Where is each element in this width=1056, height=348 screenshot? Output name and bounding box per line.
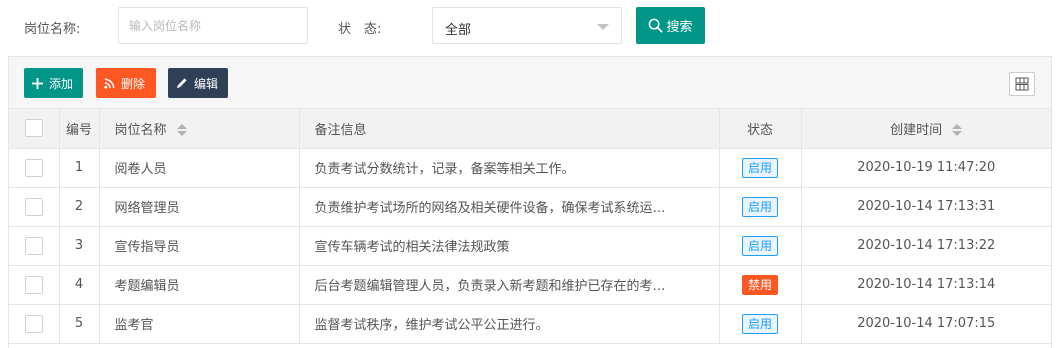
header-note: 备注信息 — [299, 109, 720, 149]
row-checkbox[interactable] — [24, 197, 43, 216]
row-num: 1 — [59, 148, 100, 188]
row-checkbox[interactable] — [24, 314, 43, 333]
edit-button[interactable]: 编辑 — [168, 68, 228, 98]
add-button-label: 添加 — [49, 76, 74, 91]
row-note: 宣传车辆考试的相关法律法规政策 — [299, 226, 720, 266]
row-checkbox-cell — [9, 265, 60, 305]
row-name: 监考官 — [99, 304, 300, 344]
row-checkbox[interactable] — [24, 236, 43, 255]
row-num: 3 — [59, 226, 100, 266]
row-created: 2020-10-14 17:07:15 — [801, 304, 1051, 344]
row-created: 2020-10-14 17:13:22 — [801, 226, 1051, 266]
sort-icon[interactable] — [176, 123, 187, 137]
header-status: 状态 — [719, 109, 802, 149]
plus-icon — [32, 77, 43, 89]
select-all-checkbox[interactable] — [24, 119, 43, 138]
table-toolbar: 添加 删除 编辑 — [9, 57, 1051, 109]
row-checkbox[interactable] — [24, 158, 43, 177]
row-checkbox-cell — [9, 226, 60, 266]
row-name: 考题编辑员 — [99, 265, 300, 305]
row-checkbox-cell — [9, 148, 60, 188]
pencil-icon — [177, 78, 187, 88]
row-status-cell: 启用 — [719, 226, 802, 266]
row-num: 5 — [59, 304, 100, 344]
row-status-cell: 启用 — [719, 304, 802, 344]
row-note: 负责考试分数统计，记录，备案等相关工作。 — [299, 148, 720, 188]
row-status-cell: 禁用 — [719, 265, 802, 305]
row-name: 阅卷人员 — [99, 148, 300, 188]
status-badge: 启用 — [741, 196, 778, 217]
row-checkbox[interactable] — [24, 275, 43, 294]
table-row: 4 考题编辑员 后台考题编辑管理人员，负责录入新考题和维护已存在的考… 禁用 2… — [9, 265, 1051, 305]
row-note: 后台考题编辑管理人员，负责录入新考题和维护已存在的考… — [299, 265, 720, 305]
table-row: 3 宣传指导员 宣传车辆考试的相关法律法规政策 启用 2020-10-14 17… — [9, 226, 1051, 266]
sort-icon[interactable] — [952, 123, 963, 137]
status-select[interactable]: 全部 — [432, 7, 622, 44]
position-name-input[interactable] — [118, 7, 308, 44]
table-row: 1 阅卷人员 负责考试分数统计，记录，备案等相关工作。 启用 2020-10-1… — [9, 148, 1051, 188]
row-num: 4 — [59, 265, 100, 305]
columns-grid-icon — [1015, 77, 1029, 91]
position-name-label: 岗位名称: — [24, 22, 81, 37]
status-label: 状 态: — [338, 22, 382, 37]
table-row: 2 网络管理员 负责维护考试场所的网络及相关硬件设备，确保考试系统运… 启用 2… — [9, 187, 1051, 227]
status-badge: 禁用 — [741, 274, 778, 295]
status-badge: 启用 — [741, 235, 778, 256]
search-icon — [649, 18, 663, 33]
row-status-cell: 启用 — [719, 148, 802, 188]
header-created: 创建时间 — [890, 122, 943, 138]
add-button[interactable]: 添加 — [24, 68, 83, 98]
row-status-cell: 启用 — [719, 187, 802, 227]
status-badge: 启用 — [741, 313, 778, 334]
table-row: 5 监考官 监督考试秩序，维护考试公平公正进行。 启用 2020-10-14 1… — [9, 304, 1051, 344]
row-created: 2020-10-14 17:13:14 — [801, 265, 1051, 305]
row-note: 负责维护考试场所的网络及相关硬件设备，确保考试系统运… — [299, 187, 720, 227]
delete-button[interactable]: 删除 — [96, 68, 156, 98]
data-table-panel: 添加 删除 编辑 编号 岗位名称 备注信息 状态 创建时间 1 阅卷人员 负责考… — [8, 56, 1052, 348]
row-checkbox-cell — [9, 304, 60, 344]
status-badge: 启用 — [741, 157, 778, 178]
row-name: 宣传指导员 — [99, 226, 300, 266]
row-created: 2020-10-14 17:13:31 — [801, 187, 1051, 227]
row-checkbox-cell — [9, 187, 60, 227]
search-button-label: 搜索 — [666, 20, 693, 35]
rss-icon — [104, 78, 115, 89]
table-header-row: 编号 岗位名称 备注信息 状态 创建时间 — [9, 109, 1051, 149]
header-name: 岗位名称 — [114, 122, 167, 138]
delete-button-label: 删除 — [121, 76, 146, 91]
row-num: 2 — [59, 187, 100, 227]
row-name: 网络管理员 — [99, 187, 300, 227]
row-created: 2020-10-19 11:47:20 — [801, 148, 1051, 188]
filter-bar: 岗位名称: 状 态: 全部 搜索 — [0, 0, 1056, 52]
header-num: 编号 — [59, 109, 100, 149]
column-filter-button[interactable] — [1009, 72, 1035, 96]
status-select-value: 全部 — [445, 23, 472, 38]
row-note: 监督考试秩序，维护考试公平公正进行。 — [299, 304, 720, 344]
search-button[interactable]: 搜索 — [636, 7, 705, 44]
select-all-cell — [9, 109, 60, 149]
header-created-cell[interactable]: 创建时间 — [801, 109, 1051, 149]
edit-button-label: 编辑 — [194, 76, 219, 91]
position-table: 编号 岗位名称 备注信息 状态 创建时间 1 阅卷人员 负责考试分数统计，记录，… — [9, 109, 1051, 344]
header-name-cell[interactable]: 岗位名称 — [99, 109, 300, 149]
caret-down-icon — [597, 24, 609, 30]
